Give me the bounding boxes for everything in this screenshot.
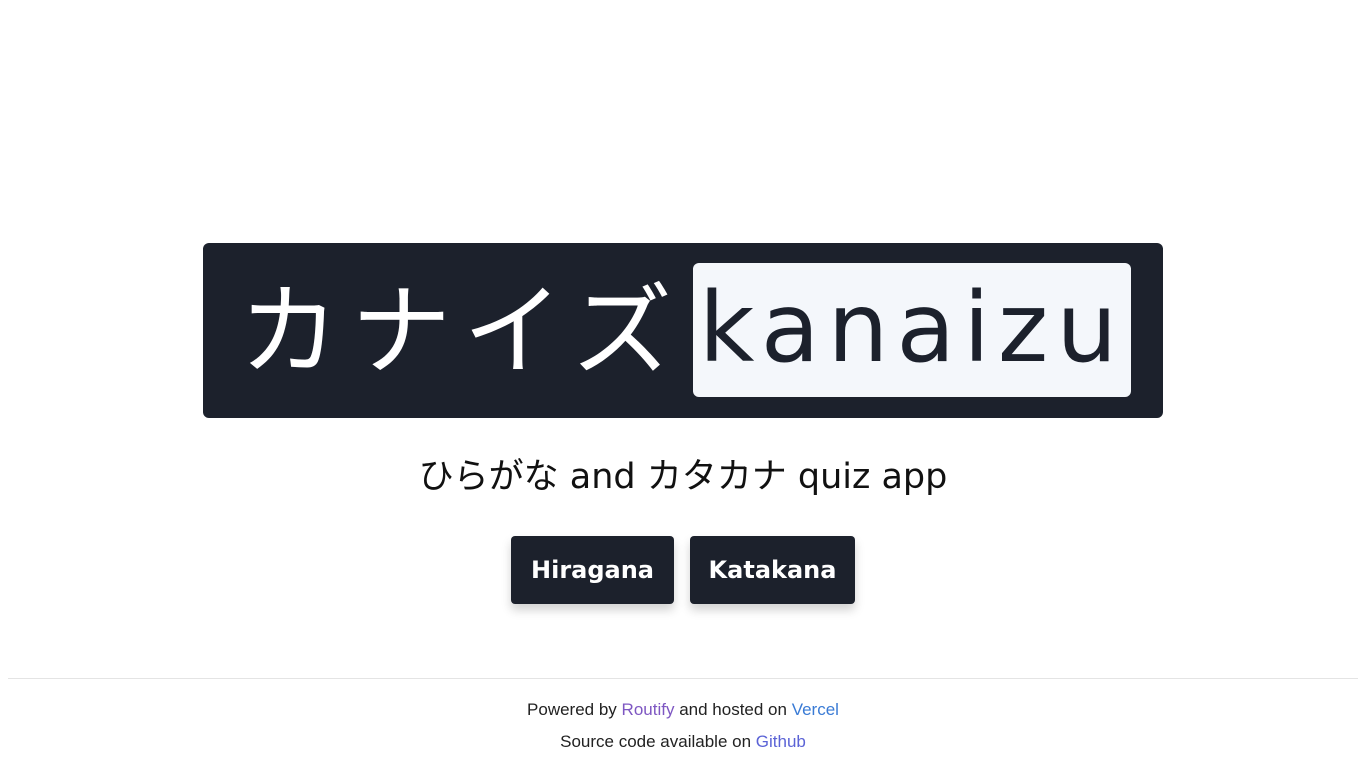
- logo-romaji-box: kanaizu: [693, 263, 1131, 397]
- footer-divider: [8, 678, 1358, 679]
- app-page: カナイズ kanaizu ひらがな and カタカナ quiz app Hira…: [0, 0, 1366, 768]
- logo-romaji-text: kanaizu: [698, 272, 1126, 384]
- powered-by-label: Powered by: [527, 700, 617, 719]
- routify-link[interactable]: Routify: [622, 700, 675, 719]
- github-link[interactable]: Github: [756, 732, 806, 751]
- source-code-label: Source code available on: [560, 732, 752, 751]
- vercel-link[interactable]: Vercel: [792, 700, 839, 719]
- app-tagline: ひらがな and カタカナ quiz app: [418, 457, 948, 497]
- footer-source-code: Source code available on Github: [0, 732, 1366, 752]
- hiragana-button[interactable]: Hiragana: [511, 536, 674, 604]
- hosted-on-label: and hosted on: [679, 700, 787, 719]
- katakana-button[interactable]: Katakana: [690, 536, 855, 604]
- footer-powered-by: Powered by Routify and hosted on Vercel: [0, 700, 1366, 720]
- app-logo: カナイズ kanaizu: [203, 243, 1163, 418]
- logo-kana-text: カナイズ: [239, 273, 684, 390]
